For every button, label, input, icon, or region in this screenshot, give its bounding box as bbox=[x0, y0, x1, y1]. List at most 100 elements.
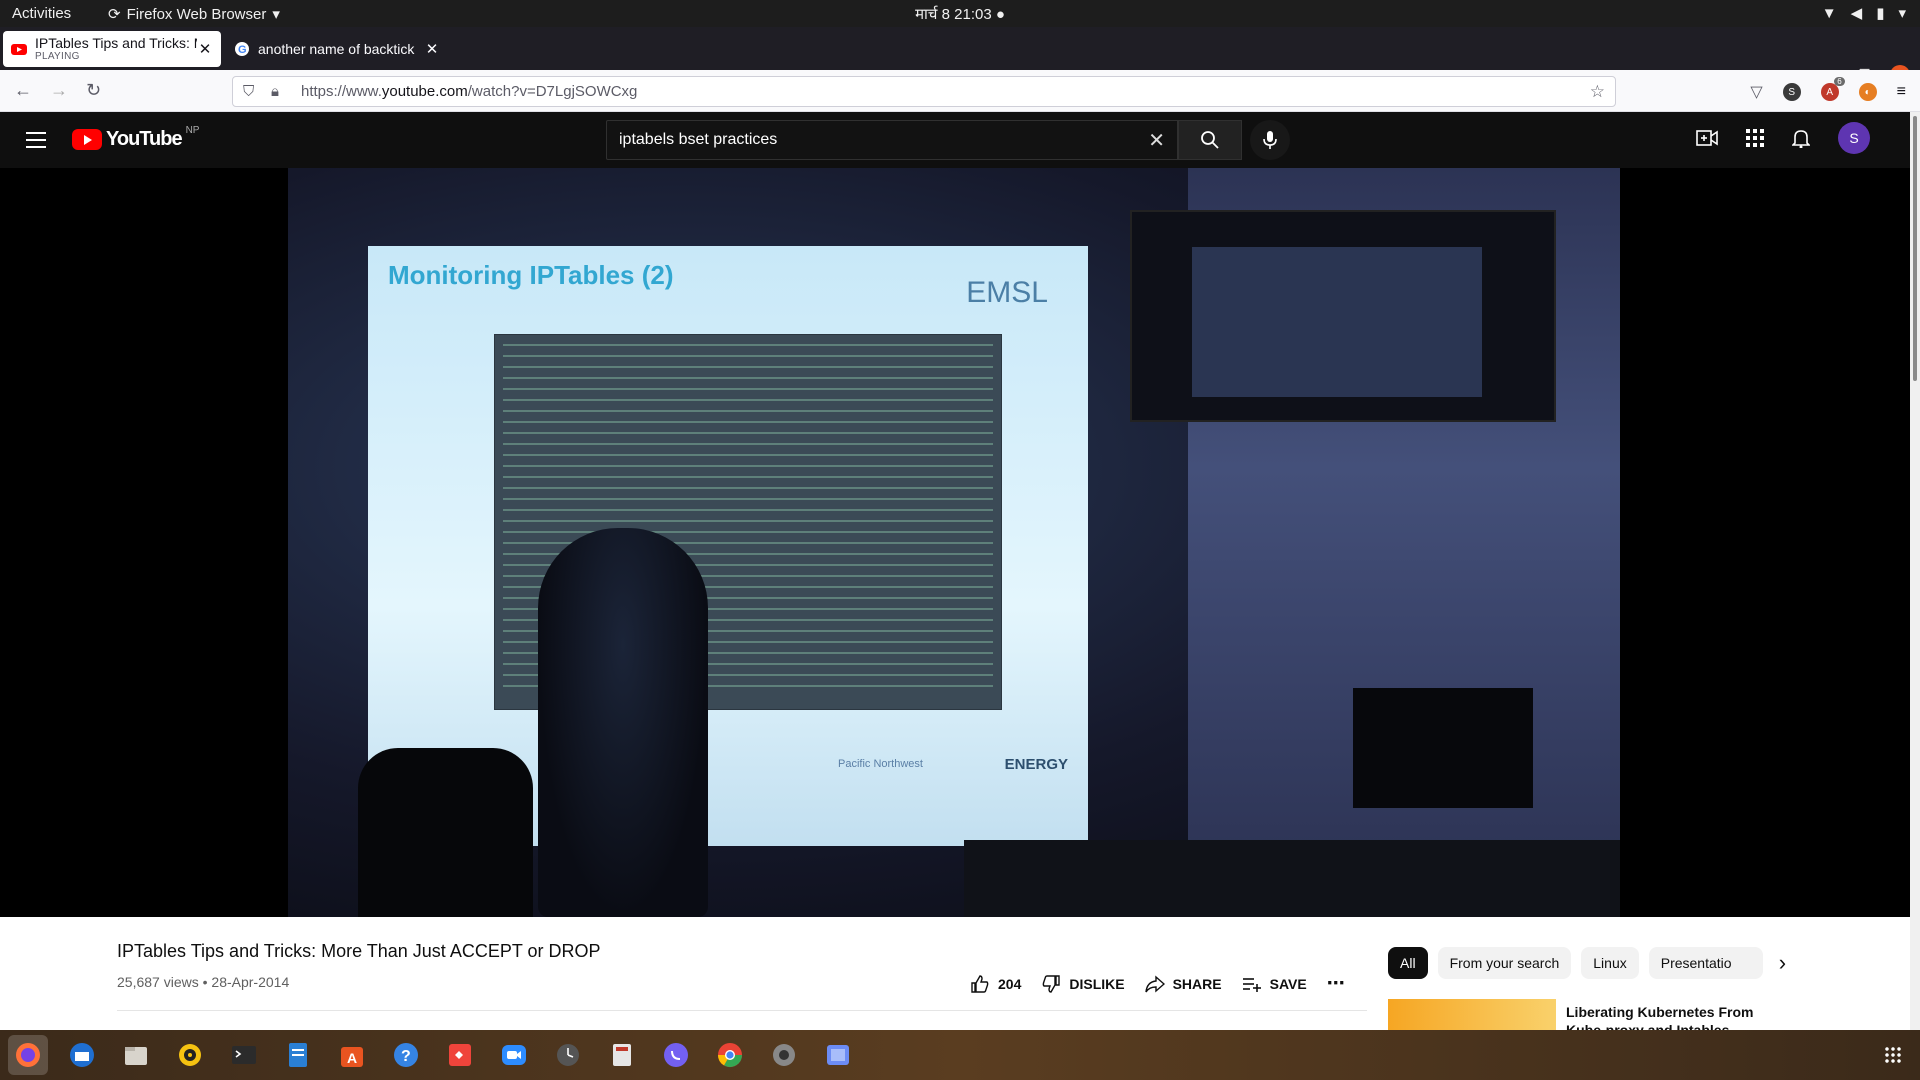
volume-icon: ◀ bbox=[1850, 5, 1863, 22]
extension-badge: 6 bbox=[1834, 77, 1845, 86]
adblock-icon[interactable]: A6 bbox=[1820, 77, 1845, 101]
create-video-icon[interactable] bbox=[1696, 129, 1718, 147]
url-text[interactable]: https://www.youtube.com/watch?v=D7LgjSOW… bbox=[301, 83, 1590, 100]
recommended-thumbnail[interactable] bbox=[1388, 999, 1556, 1030]
reload-icon[interactable]: ↻ bbox=[86, 80, 101, 101]
video-player[interactable]: Monitoring IPTables (2) EMSL Pacific Nor… bbox=[0, 168, 1910, 917]
tab-playing-label: PLAYING bbox=[35, 51, 80, 62]
youtube-logo[interactable]: YouTube NP bbox=[72, 125, 200, 151]
forward-arrow-icon[interactable]: → bbox=[50, 80, 68, 101]
address-bar[interactable]: ⛉ 🔒︎ https://www.youtube.com/watch?v=D7L… bbox=[232, 76, 1616, 107]
header-actions: S bbox=[1696, 122, 1870, 154]
slide-logo: EMSL bbox=[966, 276, 1048, 309]
settings-dock-icon[interactable] bbox=[764, 1035, 804, 1075]
dislike-label: DISLIKE bbox=[1069, 975, 1125, 992]
clock-dock-icon[interactable] bbox=[548, 1035, 588, 1075]
help-dock-icon[interactable]: ? bbox=[386, 1035, 426, 1075]
wifi-icon: ▼ bbox=[1821, 4, 1837, 22]
back-arrow-icon[interactable]: ← bbox=[14, 80, 32, 101]
scrollbar-thumb[interactable] bbox=[1913, 116, 1917, 381]
view-count: 25,687 views bbox=[117, 974, 199, 990]
chip-all[interactable]: All bbox=[1388, 947, 1428, 979]
microphone-icon bbox=[1263, 131, 1277, 149]
bookmark-star-icon[interactable]: ☆ bbox=[1590, 82, 1605, 102]
guide-menu-icon[interactable] bbox=[26, 132, 46, 153]
share-button[interactable]: SHARE bbox=[1144, 974, 1222, 994]
show-applications-icon[interactable] bbox=[1884, 1046, 1902, 1064]
viber-dock-icon[interactable] bbox=[656, 1035, 696, 1075]
desk bbox=[964, 840, 1620, 917]
wall-tv bbox=[1130, 210, 1556, 422]
slide-footer-left: Pacific Northwest bbox=[838, 758, 923, 770]
video-info-section: IPTables Tips and Tricks: More Than Just… bbox=[0, 917, 1910, 1030]
presenter-silhouette bbox=[538, 528, 708, 917]
search-input[interactable]: iptabels bset practices ✕ bbox=[606, 120, 1178, 160]
avatar[interactable]: S bbox=[1838, 122, 1870, 154]
share-arrow-icon bbox=[1144, 974, 1165, 993]
desk-monitor bbox=[1353, 688, 1533, 808]
video-frame[interactable]: Monitoring IPTables (2) EMSL Pacific Nor… bbox=[288, 168, 1620, 917]
tab-title: IPTables Tips and Tricks: M bbox=[35, 36, 197, 51]
anydesk-dock-icon[interactable] bbox=[440, 1035, 480, 1075]
divider bbox=[117, 1010, 1367, 1011]
writer-dock-icon[interactable] bbox=[278, 1035, 318, 1075]
notifications-bell-icon[interactable] bbox=[1792, 128, 1810, 148]
pocket-icon[interactable]: ▽ bbox=[1750, 82, 1762, 102]
tab-google[interactable]: G another name of backtick ✕ bbox=[226, 31, 448, 67]
close-icon[interactable]: ✕ bbox=[197, 40, 213, 58]
youtube-play-icon bbox=[72, 129, 102, 150]
navigation-bar: ← → ↻ ⛉ 🔒︎ https://www.youtube.com/watch… bbox=[0, 70, 1920, 112]
screenshot-dock-icon[interactable] bbox=[818, 1035, 858, 1075]
video-meta: 25,687 views • 28-Apr-2014 bbox=[117, 974, 290, 990]
menu-icon[interactable]: ≡ bbox=[1897, 83, 1906, 101]
files-dock-icon[interactable] bbox=[116, 1035, 156, 1075]
shield-icon[interactable]: ⛉ bbox=[243, 83, 261, 100]
save-button[interactable]: SAVE bbox=[1242, 974, 1307, 994]
url-domain: youtube.com bbox=[381, 83, 468, 100]
clock-label: मार्च 8 21:03 bbox=[915, 6, 992, 23]
page-scrollbar[interactable] bbox=[1910, 112, 1920, 1030]
apps-grid-icon[interactable] bbox=[1746, 129, 1764, 147]
firefox-dock-icon[interactable] bbox=[8, 1035, 48, 1075]
chip-linux[interactable]: Linux bbox=[1581, 947, 1639, 979]
share-label: SHARE bbox=[1172, 975, 1222, 992]
notification-dot-icon: ● bbox=[995, 6, 1005, 23]
country-code: NP bbox=[185, 125, 200, 136]
search-query[interactable]: iptabels bset practices bbox=[619, 131, 1148, 149]
chip-from-your-search[interactable]: From your search bbox=[1437, 947, 1572, 979]
chrome-dock-icon[interactable] bbox=[710, 1035, 750, 1075]
dislike-button[interactable]: DISLIKE bbox=[1041, 974, 1125, 994]
slide-footer-right: ENERGY bbox=[1004, 756, 1068, 773]
rhythmbox-dock-icon[interactable] bbox=[170, 1035, 210, 1075]
clock[interactable]: मार्च 8 21:03 ● bbox=[0, 4, 1920, 24]
search-button[interactable] bbox=[1178, 120, 1242, 160]
youtube-wordmark: YouTube bbox=[106, 128, 183, 150]
chevron-right-icon[interactable]: › bbox=[1779, 950, 1786, 976]
thumbs-up-icon bbox=[971, 974, 989, 993]
battery-icon: ▮ bbox=[1876, 5, 1885, 22]
tab-strip: IPTables Tips and Tricks: M PLAYING ✕ G … bbox=[0, 27, 1920, 88]
chip-presentation[interactable]: Presentatio bbox=[1648, 947, 1763, 979]
thunderbird-dock-icon[interactable] bbox=[62, 1035, 102, 1075]
close-icon[interactable]: ✕ bbox=[424, 40, 440, 58]
chair-silhouette bbox=[358, 748, 533, 917]
url-prefix: https://www. bbox=[301, 83, 382, 100]
calculator-dock-icon[interactable] bbox=[602, 1035, 642, 1075]
zoom-dock-icon[interactable] bbox=[494, 1035, 534, 1075]
recommended-video[interactable]: Liberating Kubernetes From Kube-proxy an… bbox=[1388, 999, 1888, 1030]
clear-search-icon[interactable]: ✕ bbox=[1148, 128, 1165, 153]
software-center-dock-icon[interactable]: A bbox=[332, 1035, 372, 1075]
ubuntu-dock: A ? bbox=[0, 1030, 1920, 1080]
voice-search-button[interactable] bbox=[1250, 120, 1290, 160]
system-tray[interactable]: ▼ ◀ ▮ ▾ bbox=[1821, 4, 1906, 23]
system-top-bar: Activities ⟳ Firefox Web Browser ▾ मार्च… bbox=[0, 0, 1920, 27]
recommended-title[interactable]: Liberating Kubernetes From Kube-proxy an… bbox=[1566, 1003, 1756, 1030]
terminal-dock-icon[interactable] bbox=[224, 1035, 264, 1075]
tab-youtube[interactable]: IPTables Tips and Tricks: M PLAYING ✕ bbox=[3, 31, 221, 67]
extension-orange-icon[interactable]: ◐ bbox=[1858, 83, 1877, 101]
more-actions-icon[interactable]: ⋯ bbox=[1327, 973, 1346, 994]
extension-s-icon[interactable]: S bbox=[1782, 83, 1801, 101]
lock-icon[interactable]: 🔒︎ bbox=[271, 83, 289, 100]
youtube-favicon-icon bbox=[11, 44, 27, 55]
like-button[interactable]: 204 bbox=[970, 974, 1021, 994]
